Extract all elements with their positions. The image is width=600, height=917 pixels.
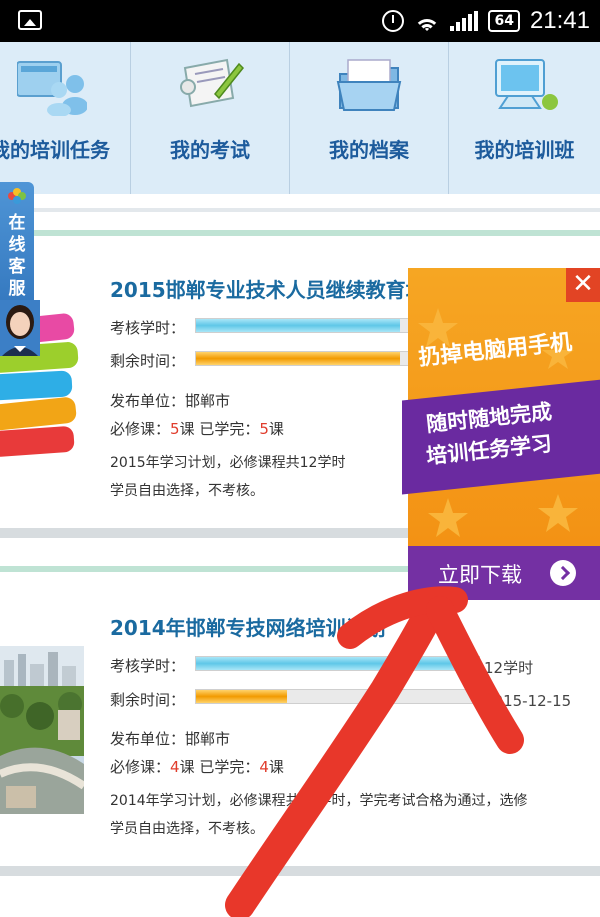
download-now-label: 立即下载 bbox=[438, 563, 522, 587]
completed-unit: 课 bbox=[268, 420, 284, 438]
course-thumbnail-city-photo[interactable] bbox=[0, 646, 84, 814]
promo-close-button[interactable]: ✕ bbox=[566, 268, 600, 302]
flower-logo-icon bbox=[8, 188, 26, 204]
exam-scroll-icon bbox=[180, 58, 245, 108]
remaining-progress-bar bbox=[195, 689, 480, 704]
publisher-row: 发布单位：邯郸市 bbox=[110, 390, 230, 411]
remaining-progress-fill bbox=[196, 352, 400, 365]
training-task-icon bbox=[17, 61, 87, 116]
nav-label-training-tasks: 我的培训任务 bbox=[0, 138, 110, 162]
remaining-label: 剩余时间： bbox=[110, 352, 186, 370]
course-card[interactable]: 2014年邯郸专技网络培训计划 考核学时： 12学时 剩余时间： 2015-12… bbox=[0, 572, 600, 862]
hours-progress-fill bbox=[196, 319, 400, 332]
hours-progress-bar bbox=[195, 656, 480, 671]
hours-label: 考核学时： bbox=[110, 319, 186, 337]
publisher-label: 发布单位： bbox=[110, 392, 186, 410]
nav-item-training-tasks[interactable]: 我的培训任务 bbox=[0, 42, 131, 194]
completed-label: 已学完： bbox=[199, 758, 260, 776]
card-bottom-border bbox=[0, 866, 600, 876]
publisher-value: 邯郸市 bbox=[185, 730, 231, 748]
nav-item-archive[interactable]: 我的档案 bbox=[290, 42, 449, 194]
remaining-progress-fill bbox=[196, 690, 287, 703]
clock: 21:41 bbox=[529, 7, 590, 34]
required-count: 4 bbox=[170, 758, 180, 776]
required-unit: 课 bbox=[179, 420, 195, 438]
completed-count: 4 bbox=[259, 758, 269, 776]
signal-icon bbox=[450, 11, 479, 31]
remaining-label: 剩余时间： bbox=[110, 691, 186, 709]
gallery-notification-icon bbox=[18, 10, 42, 30]
nav-item-training-class[interactable]: 我的培训班 bbox=[449, 42, 600, 194]
app-download-promo[interactable]: ✕ 扔掉电脑用手机 随时随地完成 培训任务学习 立即下载 bbox=[402, 268, 600, 600]
hours-progress-fill bbox=[196, 657, 479, 670]
course-description-line1: 2014年学习计划，必修课程共12学时，学完考试合格为通过，选修 bbox=[110, 793, 528, 809]
chevron-right-icon bbox=[550, 560, 576, 586]
hours-value: 12学时 bbox=[484, 659, 534, 677]
nav-label-archive: 我的档案 bbox=[329, 138, 409, 162]
course-title[interactable]: 2014年邯郸专技网络培训计划 bbox=[110, 612, 386, 641]
alarm-icon bbox=[382, 10, 405, 32]
completed-unit: 课 bbox=[268, 758, 284, 776]
nav-item-exams[interactable]: 我的考试 bbox=[131, 42, 290, 194]
remaining-value: 2015-12-15 bbox=[484, 692, 572, 710]
course-description-line2: 学员自由选择，不考核。 bbox=[110, 821, 264, 837]
battery-indicator: 64 bbox=[488, 10, 520, 32]
nav-divider bbox=[0, 208, 600, 212]
publisher-row: 发布单位：邯郸市 bbox=[110, 728, 230, 749]
course-description-line1: 2015年学习计划，必修课程共12学时 bbox=[110, 455, 346, 471]
service-agent-avatar[interactable] bbox=[0, 300, 40, 356]
lesson-count-row: 必修课：4课 已学完：4课 bbox=[110, 756, 284, 777]
course-description-line2: 学员自由选择，不考核。 bbox=[110, 483, 264, 499]
lesson-count-row: 必修课：5课 已学完：5课 bbox=[110, 418, 284, 439]
completed-count: 5 bbox=[259, 420, 269, 438]
publisher-label: 发布单位： bbox=[110, 730, 186, 748]
publisher-value: 邯郸市 bbox=[185, 392, 231, 410]
nav-label-exams: 我的考试 bbox=[170, 138, 250, 162]
status-bar: 64 21:41 bbox=[0, 0, 600, 42]
nav-label-training-class: 我的培训班 bbox=[474, 138, 575, 162]
online-service-label: 在线客服 bbox=[8, 213, 26, 299]
required-count: 5 bbox=[170, 420, 180, 438]
top-navigation: 我的培训任务 我的考试 我的档案 我的培训班 bbox=[0, 42, 600, 194]
completed-label: 已学完： bbox=[199, 420, 260, 438]
archive-folder-icon bbox=[336, 59, 402, 111]
hours-label: 考核学时： bbox=[110, 657, 186, 675]
nav-spacer bbox=[0, 194, 600, 208]
wifi-icon bbox=[414, 11, 441, 31]
required-label: 必修课： bbox=[110, 420, 171, 438]
training-class-icon bbox=[494, 59, 558, 110]
required-label: 必修课： bbox=[110, 758, 171, 776]
required-unit: 课 bbox=[179, 758, 195, 776]
download-now-button[interactable]: 立即下载 bbox=[408, 546, 600, 600]
